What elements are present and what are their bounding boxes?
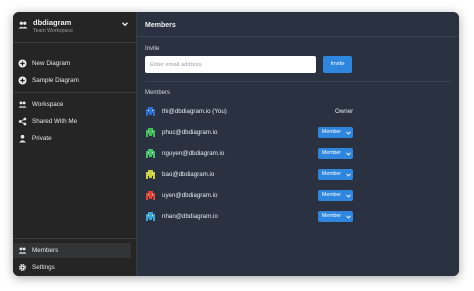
avatar — [146, 149, 155, 158]
member-row: bao@dbdiagram.io Member — [145, 167, 451, 185]
sidebar-item-members[interactable]: Members — [13, 243, 131, 258]
member-role-select[interactable]: Member — [318, 211, 353, 222]
sidebar-item-private[interactable]: Private — [13, 131, 131, 146]
plus-circle-icon — [18, 76, 27, 85]
role-value: Member — [322, 129, 342, 136]
person-icon — [19, 134, 26, 143]
member-role-select[interactable]: Member — [318, 127, 353, 138]
workspace-switcher[interactable]: dbdiagram Team Workspace — [13, 12, 136, 42]
chevron-down-icon — [346, 151, 351, 156]
sidebar-item-label: Private — [32, 134, 52, 142]
member-row: nguyen@dbdiagram.io Member — [145, 146, 451, 164]
avatar — [146, 128, 155, 137]
sidebar-item-shared-with-me[interactable]: Shared With Me — [13, 114, 131, 129]
member-row: phuc@dbdiagram.io Member — [145, 125, 451, 143]
email-input[interactable] — [145, 56, 316, 73]
sidebar-item-label: New Diagram — [32, 59, 71, 67]
chevron-down-icon — [346, 214, 351, 219]
share-icon — [18, 117, 27, 126]
users-icon — [18, 101, 27, 108]
sidebar-item-sample-diagram[interactable]: Sample Diagram — [13, 73, 131, 88]
role-value: Member — [322, 171, 342, 178]
gear-icon — [18, 263, 27, 272]
page-title: Members — [145, 22, 176, 29]
members-section-label: Members — [145, 90, 171, 96]
invite-button[interactable]: Invite — [323, 56, 352, 73]
invite-label: Invite — [145, 46, 160, 52]
workspace-name: dbdiagram — [33, 18, 72, 27]
member-email: thi@dbdiagram.io (You) — [162, 108, 227, 115]
chevron-down-icon — [346, 193, 351, 198]
sidebar-item-label: Members — [32, 246, 59, 254]
sidebar-item-settings[interactable]: Settings — [13, 260, 131, 275]
sidebar-item-label: Workspace — [32, 100, 64, 108]
chevron-down-icon — [346, 172, 351, 177]
sidebar-item-label: Shared With Me — [32, 117, 78, 125]
avatar — [146, 212, 155, 221]
members-panel: Members Invite Invite Members thi@dbdiag… — [137, 12, 459, 276]
chevron-down-icon — [346, 130, 351, 135]
plus-circle-icon — [18, 59, 27, 68]
sidebar-item-label: Sample Diagram — [32, 76, 79, 84]
avatar — [146, 107, 155, 116]
sidebar-item-workspace[interactable]: Workspace — [13, 97, 131, 112]
member-role-select[interactable]: Member — [318, 169, 353, 180]
sidebar-item-label: Settings — [32, 263, 55, 271]
member-role-owner: Owner — [335, 108, 354, 115]
member-email: bao@dbdiagram.io — [162, 171, 215, 178]
member-email: nguyen@dbdiagram.io — [162, 150, 225, 157]
member-email: uyen@dbdiagram.io — [162, 192, 218, 199]
sidebar: dbdiagram Team Workspace New Diagram Sam… — [13, 12, 137, 276]
workspace-subtitle: Team Workspace — [33, 28, 73, 34]
member-email: phuc@dbdiagram.io — [162, 129, 218, 136]
sidebar-divider — [13, 92, 136, 93]
member-row: uyen@dbdiagram.io Member — [145, 188, 451, 206]
users-icon — [18, 21, 28, 29]
role-value: Member — [322, 150, 342, 157]
header-divider — [137, 36, 459, 37]
app-window: dbdiagram Team Workspace New Diagram Sam… — [13, 12, 459, 276]
users-icon — [18, 247, 27, 254]
sidebar-divider — [13, 238, 136, 239]
role-value: Member — [322, 213, 342, 220]
member-row: thi@dbdiagram.io (You) Owner — [145, 104, 451, 122]
sidebar-item-new-diagram[interactable]: New Diagram — [13, 56, 131, 71]
avatar — [146, 191, 155, 200]
member-email: nhan@dbdiagram.io — [162, 213, 218, 220]
member-role-select[interactable]: Member — [318, 148, 353, 159]
avatar — [146, 170, 155, 179]
chevron-down-icon — [122, 22, 128, 27]
sidebar-divider — [13, 42, 136, 43]
member-row: nhan@dbdiagram.io Member — [145, 209, 451, 227]
member-role-select[interactable]: Member — [318, 190, 353, 201]
section-divider — [145, 81, 451, 82]
role-value: Member — [322, 192, 342, 199]
